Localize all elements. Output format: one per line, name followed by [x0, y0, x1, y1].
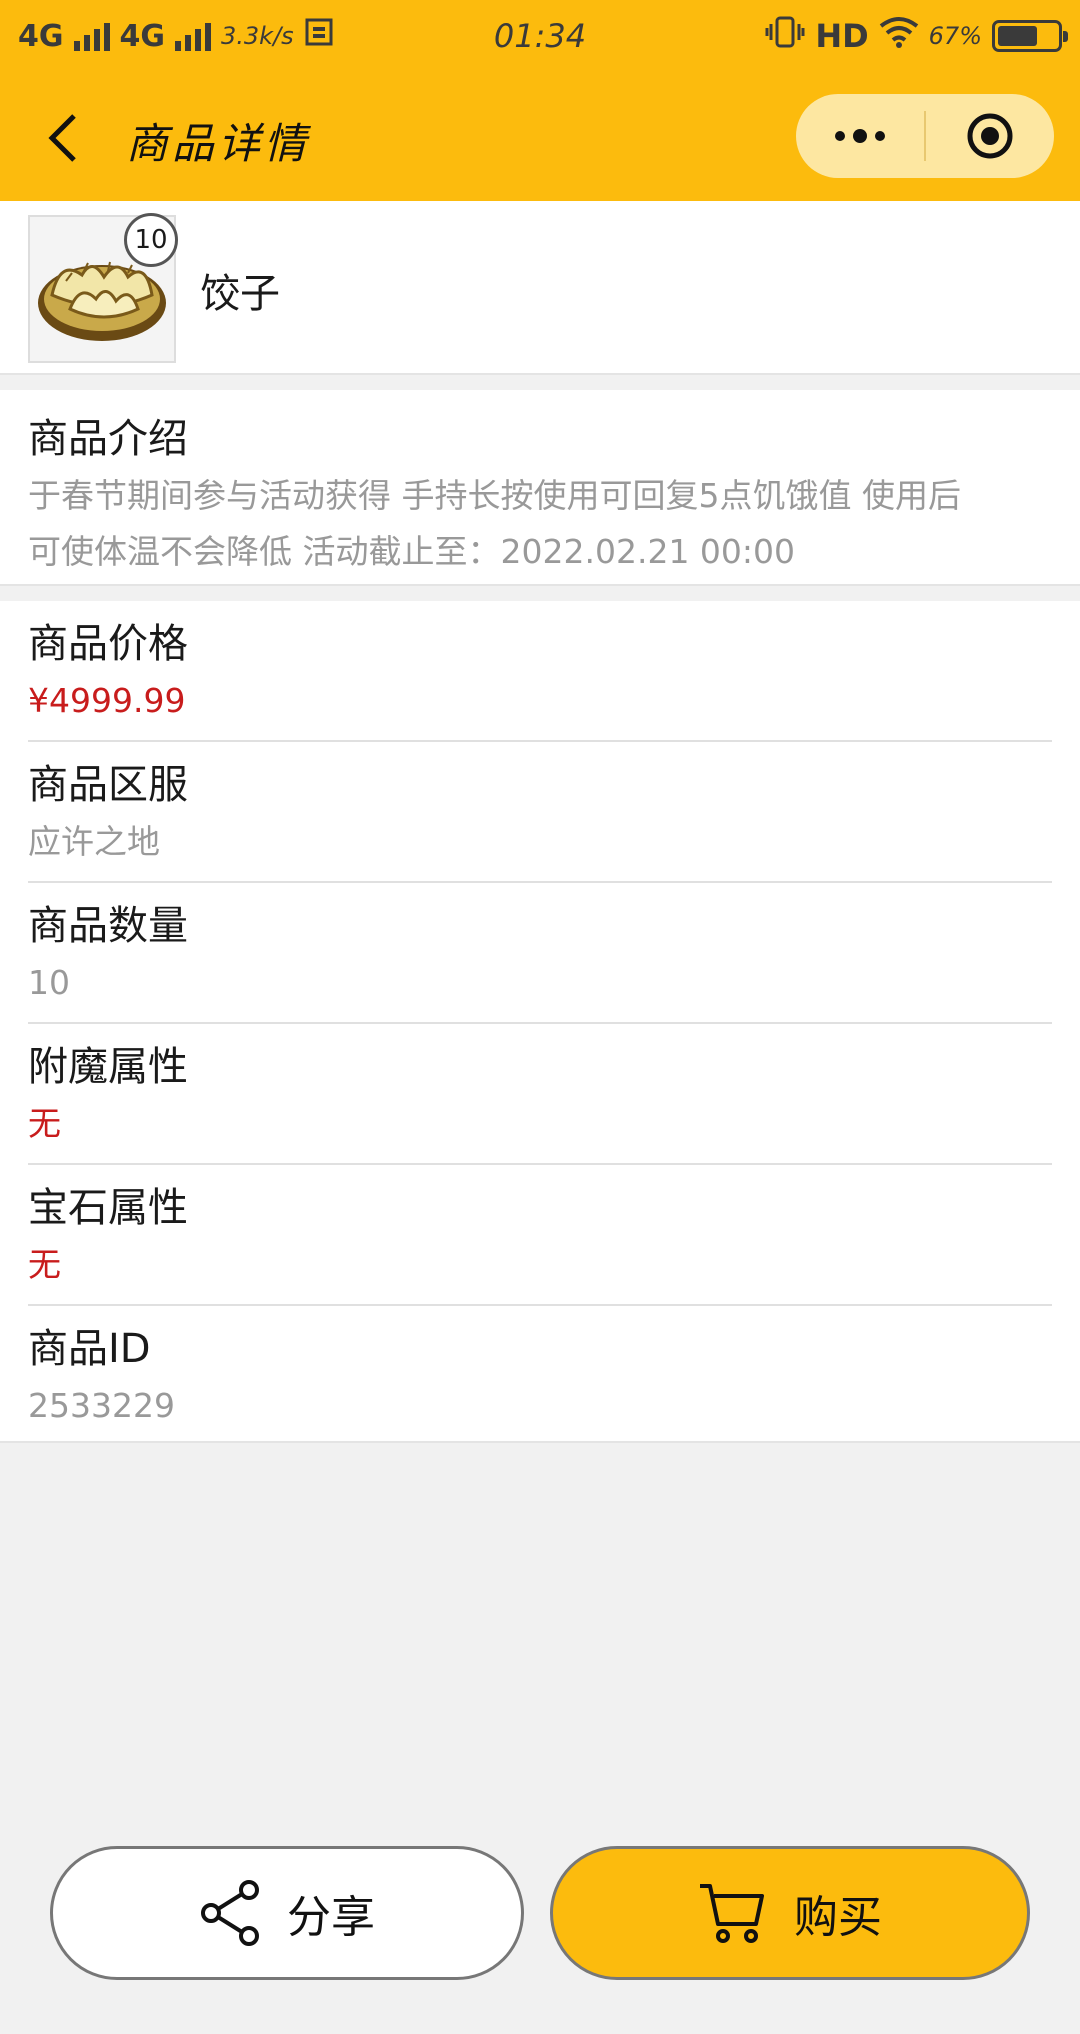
description-section: 商品介绍 于春节期间参与活动获得 手持长按使用可回复5点饥饿值 使用后 可使体温…: [0, 390, 1080, 586]
info-row-server: 商品区服 应许之地: [28, 742, 1052, 883]
signal-icon: [73, 21, 110, 51]
signal-icon: [175, 21, 211, 51]
quantity-label: 商品数量: [28, 903, 188, 949]
description-label: 商品介绍: [28, 416, 188, 462]
id-label: 商品ID: [28, 1326, 151, 1372]
battery-percent: 67%: [928, 22, 982, 50]
share-button-label: 分享: [287, 1892, 375, 1943]
description-line-1: 于春节期间参与活动获得 手持长按使用可回复5点饥饿值 使用后: [28, 476, 961, 515]
product-name: 饺子: [200, 271, 280, 317]
id-value: 2533229: [28, 1386, 175, 1425]
enchant-value: 无: [28, 1104, 61, 1143]
network-speed: 3.3k/s: [221, 22, 294, 50]
buy-button[interactable]: 购买: [550, 1846, 1030, 1980]
back-button[interactable]: [38, 110, 88, 166]
gem-value: 无: [28, 1245, 61, 1284]
more-dots-icon: [835, 129, 885, 143]
battery-icon: [992, 20, 1068, 52]
server-value: 应许之地: [28, 822, 160, 861]
status-bar: 4G 4G 3.3k/s 01:34 HD 67%: [0, 0, 1080, 72]
info-row-gem: 宝石属性 无: [28, 1165, 1052, 1306]
target-circle-icon: [967, 113, 1013, 159]
network-type-2: 4G: [119, 18, 166, 54]
sim-icon: [304, 17, 334, 55]
network-type-1: 4G: [18, 18, 64, 54]
status-left: 4G 4G 3.3k/s: [18, 17, 334, 55]
gem-label: 宝石属性: [28, 1185, 188, 1231]
quantity-badge: 10: [124, 213, 178, 267]
chevron-left-icon: [48, 114, 76, 162]
wifi-icon: [879, 16, 919, 56]
navigation-bar: 商品详情: [0, 72, 1080, 201]
vibrate-icon: [765, 14, 805, 58]
description-line-2: 可使体温不会降低 活动截止至：2022.02.21 00:00: [28, 532, 796, 571]
price-label: 商品价格: [28, 621, 188, 667]
info-row-enchant: 附魔属性 无: [28, 1024, 1052, 1165]
product-header: 10 饺子: [0, 201, 1080, 375]
more-button[interactable]: [796, 94, 924, 178]
page-title: 商品详情: [126, 119, 311, 168]
close-miniprogram-button[interactable]: [926, 94, 1054, 178]
buy-button-label: 购买: [794, 1892, 882, 1943]
info-row-id: 商品ID 2533229: [28, 1306, 1052, 1447]
share-button[interactable]: 分享: [50, 1846, 524, 1980]
info-row-quantity: 商品数量 10: [28, 883, 1052, 1024]
quantity-value: 10: [28, 963, 70, 1002]
miniprogram-capsule: [796, 94, 1054, 178]
cart-icon: [700, 1884, 764, 1943]
share-icon: [201, 1880, 259, 1946]
info-row-price: 商品价格 ¥4999.99: [28, 601, 1052, 742]
product-info-list: 商品价格 ¥4999.99 商品区服 应许之地 商品数量 10 附魔属性 无 宝…: [0, 601, 1080, 1443]
enchant-label: 附魔属性: [28, 1044, 188, 1090]
price-value: ¥4999.99: [28, 681, 186, 720]
hd-indicator: HD: [815, 17, 869, 55]
server-label: 商品区服: [28, 762, 188, 808]
status-right: HD 67%: [765, 14, 1068, 58]
